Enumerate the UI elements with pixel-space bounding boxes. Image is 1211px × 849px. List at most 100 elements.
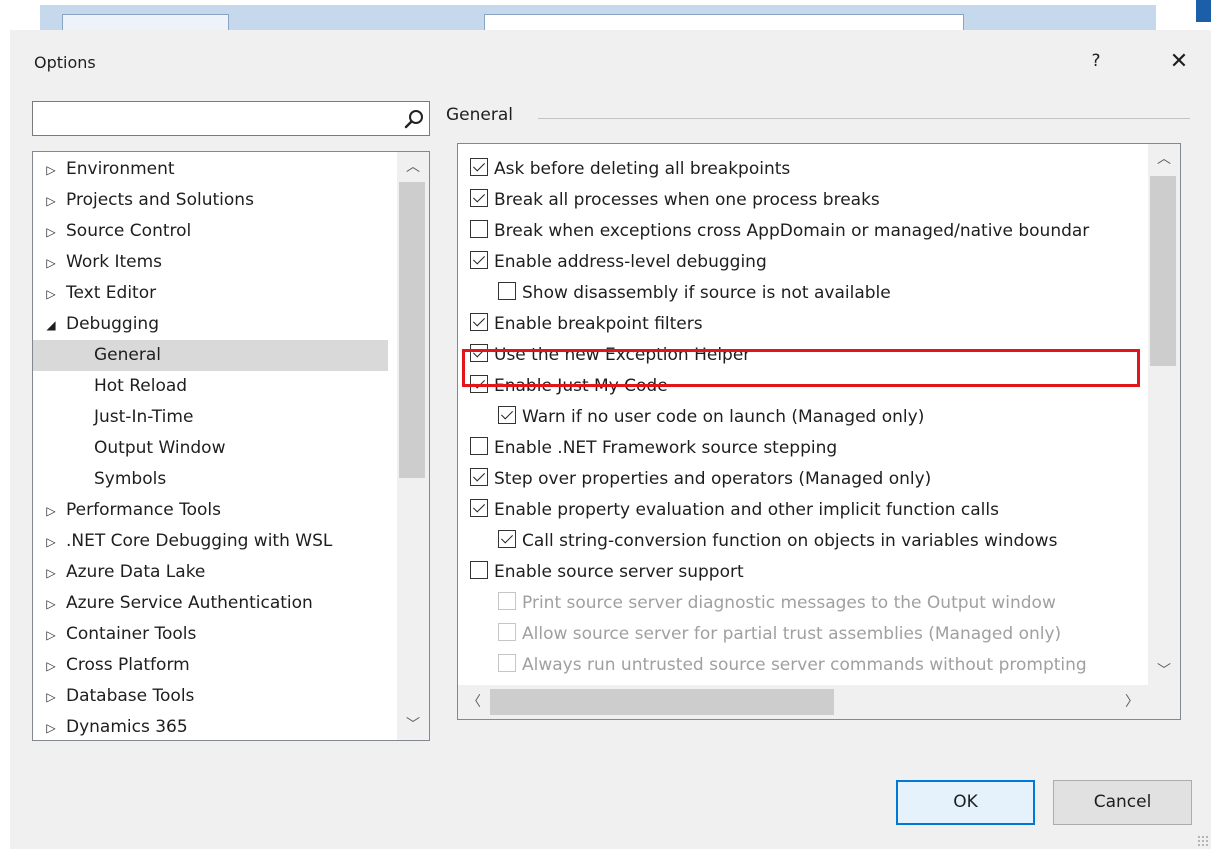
tree-item[interactable]: ◢ Debugging xyxy=(33,309,388,340)
cancel-button[interactable]: Cancel xyxy=(1053,780,1192,825)
tree-item[interactable]: Symbols xyxy=(33,464,388,495)
general-options-list[interactable]: Enable Source Link supportAlways run unt… xyxy=(457,143,1181,720)
collapsed-arrow-icon[interactable]: ▷ xyxy=(41,186,61,217)
option-row[interactable]: Ask before deleting all breakpoints xyxy=(470,154,790,185)
checkbox-unchecked[interactable] xyxy=(498,282,516,300)
tree-item-label: Just-In-Time xyxy=(94,407,194,427)
tree-item[interactable]: ▷ Text Editor xyxy=(33,278,388,309)
tree-scroll-thumb[interactable] xyxy=(399,182,425,478)
option-label: Break all processes when one process bre… xyxy=(494,190,880,210)
collapsed-arrow-icon[interactable]: ▷ xyxy=(41,496,61,527)
collapsed-arrow-icon[interactable]: ▷ xyxy=(41,589,61,620)
expanded-arrow-icon[interactable]: ◢ xyxy=(41,310,61,341)
option-row[interactable]: Enable property evaluation and other imp… xyxy=(470,495,999,526)
options-scroll-thumb[interactable] xyxy=(1150,176,1176,366)
option-label: Break when exceptions cross AppDomain or… xyxy=(494,221,1090,241)
general-group-label: General xyxy=(446,105,513,125)
checkbox-checked[interactable] xyxy=(470,189,488,207)
option-row[interactable]: Call string-conversion function on objec… xyxy=(498,526,1057,557)
tree-scroll-up-icon[interactable]: ︿ xyxy=(397,152,429,182)
search-icon[interactable] xyxy=(403,108,425,130)
tree-item[interactable]: Output Window xyxy=(33,433,388,464)
options-horizontal-scrollbar[interactable]: 〈 〉 xyxy=(458,685,1148,719)
option-row[interactable]: Break all processes when one process bre… xyxy=(470,185,880,216)
tree-item[interactable]: General xyxy=(33,340,388,371)
tree-item[interactable]: ▷ Projects and Solutions xyxy=(33,185,388,216)
tree-item[interactable]: ▷ Source Control xyxy=(33,216,388,247)
tree-item[interactable]: Hot Reload xyxy=(33,371,388,402)
option-label: Enable address-level debugging xyxy=(494,252,767,272)
options-dialog: Options ? ✕ ▷ Dynamics 365 ▷ Database Tools… xyxy=(10,30,1211,849)
collapsed-arrow-icon[interactable]: ▷ xyxy=(41,279,61,310)
tree-vertical-scrollbar[interactable]: ︿ ﹀ xyxy=(397,152,429,740)
tree-item-label: Azure Data Lake xyxy=(66,562,206,582)
option-label: Allow source server for partial trust as… xyxy=(522,624,1062,644)
tree-item[interactable]: ▷ .NET Core Debugging with WSL xyxy=(33,526,388,557)
collapsed-arrow-icon[interactable]: ▷ xyxy=(41,527,61,558)
checkbox-unchecked[interactable] xyxy=(470,437,488,455)
option-row[interactable]: Enable breakpoint filters xyxy=(470,309,703,340)
option-row[interactable]: Enable .NET Framework source stepping xyxy=(470,433,837,464)
ok-button[interactable]: OK xyxy=(896,780,1035,825)
collapsed-arrow-icon[interactable]: ▷ xyxy=(41,248,61,279)
tree-item[interactable]: ▷ Database Tools xyxy=(33,681,388,712)
tree-item[interactable]: Just-In-Time xyxy=(33,402,388,433)
option-row[interactable]: Break when exceptions cross AppDomain or… xyxy=(470,216,1089,247)
option-row[interactable]: Enable address-level debugging xyxy=(470,247,767,278)
options-scroll-up-icon[interactable]: ︿ xyxy=(1148,144,1180,174)
checkbox-checked[interactable] xyxy=(498,530,516,548)
options-search-box[interactable] xyxy=(32,101,430,136)
collapsed-arrow-icon[interactable]: ▷ xyxy=(41,620,61,651)
collapsed-arrow-icon[interactable]: ▷ xyxy=(41,217,61,248)
option-row[interactable]: Show disassembly if source is not availa… xyxy=(498,278,891,309)
checkbox-unchecked[interactable] xyxy=(470,220,488,238)
tree-item[interactable]: ▷ Cross Platform xyxy=(33,650,388,681)
tree-item[interactable]: ▷ Azure Data Lake xyxy=(33,557,388,588)
tree-item[interactable]: ▷ Environment xyxy=(33,154,388,185)
tree-item-label: Debugging xyxy=(66,314,159,334)
group-divider xyxy=(538,118,1190,119)
checkbox-checked[interactable] xyxy=(470,158,488,176)
options-vertical-scrollbar[interactable]: ︿ ﹀ xyxy=(1148,144,1180,686)
option-row[interactable]: Enable source server support xyxy=(470,557,744,588)
collapsed-arrow-icon[interactable]: ▷ xyxy=(41,651,61,682)
resize-grip-icon[interactable] xyxy=(1197,835,1209,847)
collapsed-arrow-icon[interactable]: ▷ xyxy=(41,713,61,740)
option-row[interactable]: Step over properties and operators (Mana… xyxy=(470,464,931,495)
collapsed-arrow-icon[interactable]: ▷ xyxy=(41,155,61,186)
background-accent xyxy=(1196,0,1211,22)
options-hscroll-thumb[interactable] xyxy=(490,689,834,715)
tree-scroll-down-icon[interactable]: ﹀ xyxy=(397,710,429,740)
collapsed-arrow-icon[interactable]: ▷ xyxy=(41,682,61,713)
tree-item-label: General xyxy=(94,345,161,365)
options-tree[interactable]: ▷ Dynamics 365 ▷ Database Tools ▷ Cross Platf… xyxy=(32,151,430,741)
option-label: Call string-conversion function on objec… xyxy=(522,531,1058,551)
option-row: Print source server diagnostic messages … xyxy=(498,588,1056,619)
help-button[interactable]: ? xyxy=(1084,50,1108,74)
tree-item[interactable]: ▷ Work Items xyxy=(33,247,388,278)
checkbox-unchecked[interactable] xyxy=(470,561,488,579)
checkbox-checked[interactable] xyxy=(470,499,488,517)
tree-item[interactable]: ▷ Performance Tools xyxy=(33,495,388,526)
options-scroll-right-icon[interactable]: 〉 xyxy=(1116,687,1148,717)
options-scroll-left-icon[interactable]: 〈 xyxy=(458,687,490,717)
tree-item[interactable]: ▷ Azure Service Authentication xyxy=(33,588,388,619)
options-scroll-down-icon[interactable]: ﹀ xyxy=(1148,656,1180,686)
checkbox-unchecked xyxy=(498,623,516,641)
checkbox-checked[interactable] xyxy=(470,251,488,269)
tree-item-label: Output Window xyxy=(94,438,226,458)
option-label: Always run untrusted source server comma… xyxy=(522,655,1087,675)
tree-item[interactable]: ▷ Container Tools xyxy=(33,619,388,650)
tree-item-label: Projects and Solutions xyxy=(66,190,254,210)
option-row[interactable]: Warn if no user code on launch (Managed … xyxy=(498,402,924,433)
option-row: Always run untrusted source server comma… xyxy=(498,650,1087,681)
search-input[interactable] xyxy=(37,103,391,136)
checkbox-checked[interactable] xyxy=(470,313,488,331)
checkbox-checked[interactable] xyxy=(498,406,516,424)
close-button[interactable]: ✕ xyxy=(1167,48,1191,76)
tree-item[interactable]: ▷ Dynamics 365 xyxy=(33,712,388,740)
collapsed-arrow-icon[interactable]: ▷ xyxy=(41,558,61,589)
dialog-title: Options xyxy=(34,53,96,72)
tree-item-label: Database Tools xyxy=(66,686,195,706)
checkbox-checked[interactable] xyxy=(470,468,488,486)
